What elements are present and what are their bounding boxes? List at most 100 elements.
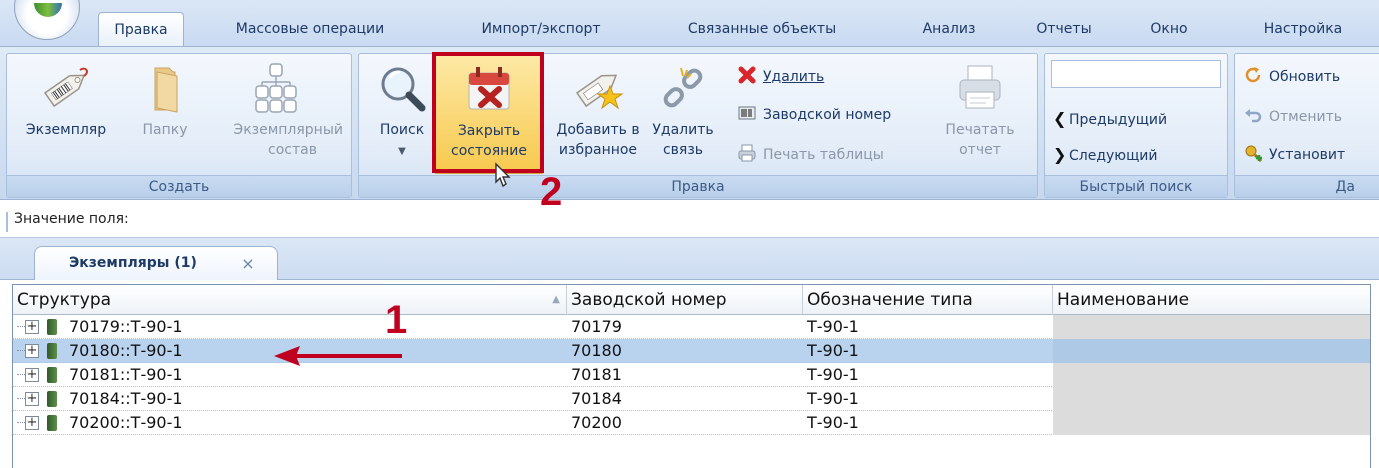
refresh-label: Обновить (1269, 69, 1341, 85)
cell-type: Т-90-1 (807, 389, 859, 408)
undo-icon (1245, 109, 1262, 123)
tab-reports[interactable]: Отчеты (1024, 12, 1104, 46)
tag-star-icon (575, 74, 624, 110)
tab-import-export[interactable]: Импорт/экспорт (466, 12, 616, 46)
cell-name (1053, 387, 1370, 411)
cell-serial: 70179 (571, 317, 622, 336)
serial-number-button[interactable]: Заводской номер (737, 102, 891, 128)
install-button[interactable]: Установит (1243, 142, 1345, 168)
tab-window[interactable]: Окно (1134, 12, 1204, 46)
delete-label: Удалить (763, 69, 825, 85)
col-structure-label: Структура (17, 290, 112, 310)
refresh-button[interactable]: Обновить (1243, 64, 1340, 90)
col-serial[interactable]: Заводской номер (567, 285, 803, 315)
cell-structure: 70200::Т-90-1 (69, 413, 183, 432)
device-icon (47, 415, 57, 431)
search-dropdown-icon: ▼ (398, 146, 406, 157)
printer-icon (959, 65, 1001, 109)
tab-instances[interactable]: Экземпляры (1) × (34, 246, 278, 280)
table-row[interactable]: + 70184::Т-90-1 70184 Т-90-1 (13, 387, 1370, 411)
field-value-label: Значение поля: (14, 211, 129, 227)
annotation-step-2: 2 (540, 170, 563, 214)
field-value-bar: Значение поля: (0, 204, 1379, 238)
table-row[interactable]: + 70200::Т-90-1 70200 Т-90-1 (13, 411, 1370, 435)
chevron-right-icon: ❯ (1053, 145, 1067, 164)
instance-structure-button[interactable]: Экземплярный состав (201, 54, 351, 174)
add-to-favorites-button[interactable]: Добавить в избранное (543, 54, 653, 174)
print-report-label-1: Печатать (945, 122, 1015, 138)
ribbon: Экземпляр Папку Экземплярный состав Созд… (0, 46, 1379, 200)
chevron-left-icon: ❮ (1053, 109, 1067, 128)
cancel-button[interactable]: Отменить (1243, 104, 1342, 130)
tab-related-objects[interactable]: Связанные объекты (672, 12, 852, 46)
cell-name (1053, 339, 1370, 363)
sort-asc-icon: ▲ (552, 294, 560, 305)
search-label: Поиск (379, 122, 425, 138)
expand-icon[interactable]: + (25, 344, 39, 358)
col-name[interactable]: Наименование (1053, 285, 1370, 315)
cell-structure: 70180::Т-90-1 (69, 341, 183, 360)
highlight-frame (432, 52, 544, 173)
expand-icon[interactable]: + (25, 416, 39, 430)
create-instance-button[interactable]: Экземпляр (9, 54, 123, 174)
previous-label: Предыдущий (1069, 112, 1168, 128)
device-icon (47, 367, 57, 383)
cell-serial: 70200 (571, 413, 622, 432)
device-icon (47, 391, 57, 407)
col-type[interactable]: Обозначение типа (803, 285, 1053, 315)
bar-divider (6, 212, 8, 232)
refresh-icon (1245, 67, 1261, 83)
expand-icon[interactable]: + (25, 392, 39, 406)
next-button[interactable]: ❯ Следующий (1053, 142, 1157, 168)
cell-name (1053, 411, 1370, 435)
cell-type: Т-90-1 (807, 317, 859, 336)
create-folder-label: Папку (142, 122, 188, 138)
app-menu-button[interactable] (14, 0, 80, 40)
tab-pravka[interactable]: Правка (98, 12, 184, 46)
print-report-button[interactable]: Печатать отчет (939, 54, 1021, 174)
search-button[interactable]: Поиск ▼ (369, 54, 435, 174)
remove-link-label-1: Удалить (652, 122, 714, 138)
printer-small-icon (738, 144, 756, 162)
cell-structure: 70184::Т-90-1 (69, 389, 183, 408)
document-tab-strip: Экземпляры (1) × (0, 238, 1379, 280)
group-quick-search-label: Быстрый поиск (1045, 175, 1227, 197)
table-row[interactable]: + 70179::Т-90-1 70179 Т-90-1 (13, 315, 1370, 339)
expand-icon[interactable]: + (25, 368, 39, 382)
print-table-button[interactable]: Печать таблицы (737, 142, 884, 168)
add-favorites-label-2: избранное (558, 142, 638, 158)
create-folder-button[interactable]: Папку (129, 54, 201, 174)
barcode-icon (738, 106, 756, 120)
cell-structure: 70181::Т-90-1 (69, 365, 183, 384)
delete-button[interactable]: Удалить (737, 64, 824, 90)
expand-icon[interactable]: + (25, 320, 39, 334)
previous-button[interactable]: ❮ Предыдущий (1053, 106, 1167, 132)
table-row[interactable]: + 70181::Т-90-1 70181 Т-90-1 (13, 363, 1370, 387)
instances-grid: Структура ▲ Заводской номер Обозначение … (12, 284, 1371, 468)
cell-name (1053, 363, 1370, 387)
tab-settings[interactable]: Настройка (1250, 12, 1356, 46)
install-label: Установит (1269, 147, 1346, 163)
remove-link-button[interactable]: Удалить связь (647, 54, 719, 174)
cell-type: Т-90-1 (807, 341, 859, 360)
grid-header: Структура ▲ Заводской номер Обозначение … (13, 285, 1370, 315)
instance-structure-label-2: состав (268, 142, 317, 158)
group-data-label: Да (1235, 175, 1379, 197)
quick-search-input[interactable] (1051, 60, 1221, 88)
red-x-icon (738, 66, 756, 84)
tab-analysis[interactable]: Анализ (904, 12, 994, 46)
install-icon (1245, 145, 1263, 163)
col-structure[interactable]: Структура ▲ (13, 285, 567, 315)
tab-mass-operations[interactable]: Массовые операции (220, 12, 400, 46)
instance-structure-label-1: Экземплярный (233, 122, 343, 138)
cell-serial: 70181 (571, 365, 622, 384)
serial-number-label: Заводской номер (763, 107, 892, 123)
annotation-arrow-icon (274, 346, 402, 366)
print-report-label-2: отчет (959, 142, 1001, 158)
table-row-selected[interactable]: + 70180::Т-90-1 70180 Т-90-1 (13, 339, 1370, 363)
close-icon[interactable]: × (240, 256, 256, 272)
add-favorites-label-1: Добавить в (556, 122, 640, 138)
group-create-label: Создать (7, 175, 351, 197)
annotation-step-1: 1 (385, 298, 408, 342)
tab-instances-label: Экземпляры (1) (69, 255, 197, 271)
